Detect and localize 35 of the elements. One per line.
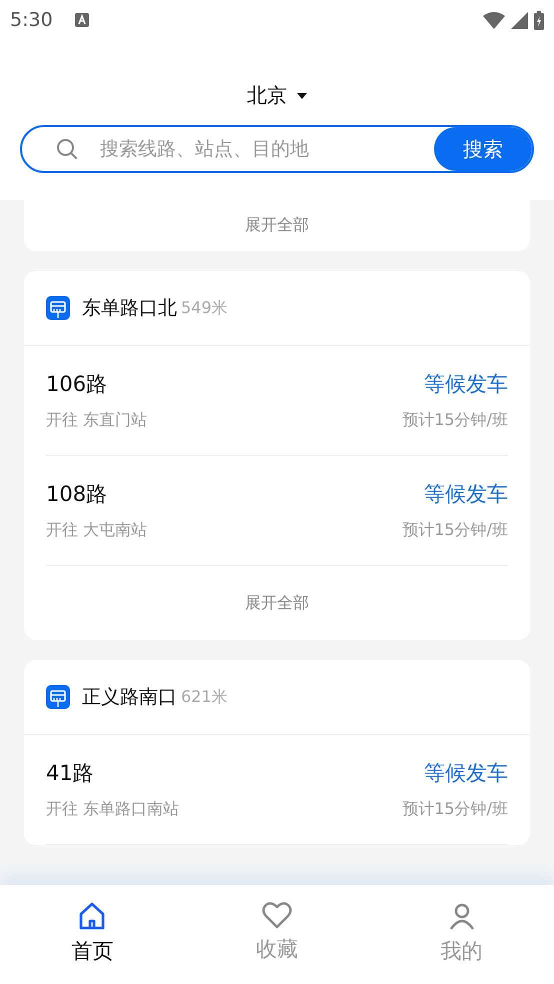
caret-icon xyxy=(297,92,307,98)
signal-icon xyxy=(511,12,528,28)
route-interval: 预计15分钟/班 xyxy=(402,520,508,541)
station-name: 东单路口北 xyxy=(82,296,177,321)
station-name: 正义路南口 xyxy=(82,685,177,710)
tab[interactable]: 收藏 xyxy=(184,885,370,984)
tab[interactable]: 我的 xyxy=(369,885,554,984)
route-status: 等候发车 xyxy=(424,481,508,508)
battery-icon xyxy=(534,10,544,30)
route-direction: 开往 大屯南站 xyxy=(46,520,148,541)
route-status: 等候发车 xyxy=(424,371,508,398)
wifi-icon xyxy=(483,12,505,28)
status-time: 5:30 xyxy=(10,9,53,31)
expand-all-button[interactable]: 展开全部 xyxy=(24,200,530,251)
heart-icon xyxy=(262,901,292,929)
route-name[interactable]: 106路 xyxy=(46,370,108,398)
route-status: 等候发车 xyxy=(424,760,508,787)
tab[interactable]: 首页 xyxy=(0,885,185,984)
search-button[interactable]: 搜索 xyxy=(434,127,532,171)
search-field[interactable]: 搜索线路、站点、目的地 搜索 xyxy=(20,125,534,173)
route-direction: 开往 东直门站 xyxy=(46,410,148,431)
route-interval: 预计15分钟/班 xyxy=(402,799,508,820)
home-icon xyxy=(77,901,108,931)
station-distance: 621米 xyxy=(181,686,228,708)
station-distance: 549米 xyxy=(181,298,228,318)
keyboard-notification-icon xyxy=(74,13,89,27)
search-icon xyxy=(56,138,78,160)
expand-all-button[interactable]: 展开全部 xyxy=(24,566,530,640)
city-selector[interactable]: 北京 xyxy=(247,82,307,109)
route-interval: 预计15分钟/班 xyxy=(402,410,508,431)
route-name[interactable]: 41路 xyxy=(46,759,94,787)
route-name[interactable]: 108路 xyxy=(46,480,108,508)
route-direction: 开往 东单路口南站 xyxy=(46,799,180,820)
bus-stop-icon xyxy=(46,685,70,709)
bus-stop-icon xyxy=(46,296,70,320)
